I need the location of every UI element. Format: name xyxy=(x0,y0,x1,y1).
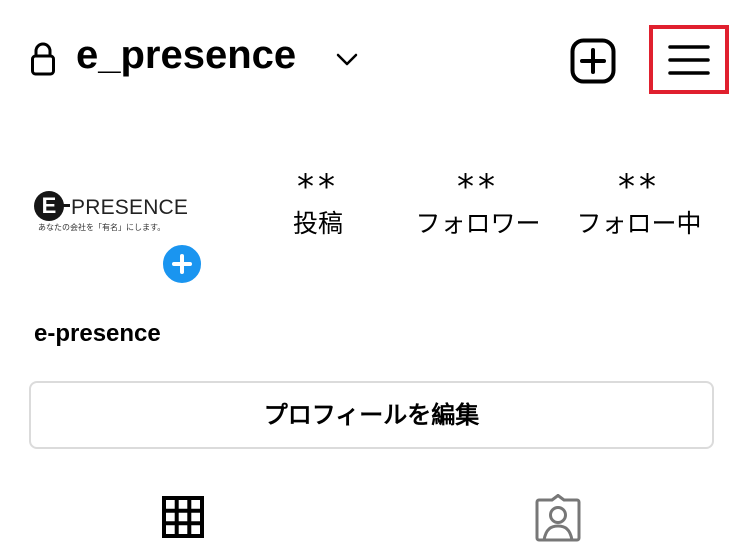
chevron-down-icon[interactable] xyxy=(334,50,360,68)
tab-tagged[interactable] xyxy=(535,494,581,542)
hamburger-menu-icon xyxy=(668,44,710,75)
logo-wordmark: PRESENCE xyxy=(71,196,189,219)
stat-following[interactable]: ** フォロー中 xyxy=(569,167,709,239)
stat-followers[interactable]: ** フォロワー xyxy=(408,167,548,239)
lock-icon xyxy=(30,42,56,76)
logo-letter: E xyxy=(34,191,64,221)
stat-following-count: ** xyxy=(618,167,660,207)
stat-following-label: フォロー中 xyxy=(576,209,702,238)
stat-followers-label: フォロワー xyxy=(415,209,541,238)
tab-posts-grid[interactable] xyxy=(162,496,204,538)
profile-display-name: e-presence xyxy=(34,320,161,347)
new-post-button[interactable] xyxy=(566,34,620,88)
menu-button[interactable] xyxy=(649,25,729,94)
account-username[interactable]: e_presence xyxy=(76,30,296,80)
tagged-person-icon xyxy=(535,494,581,542)
stat-followers-count: ** xyxy=(457,167,499,207)
plus-circle-icon xyxy=(172,254,192,274)
plus-square-icon xyxy=(570,38,616,84)
stat-posts-count: ** xyxy=(297,167,339,207)
logo-dash xyxy=(62,204,70,207)
stat-posts-label: 投稿 xyxy=(292,209,343,238)
logo-tagline: あなたの会社を「有名」にします。 xyxy=(38,223,166,232)
grid-icon xyxy=(162,496,204,538)
avatar[interactable]: E PRESENCE あなたの会社を「有名」にします。 xyxy=(30,183,190,239)
edit-profile-button[interactable]: プロフィールを編集 xyxy=(29,381,714,449)
add-story-button[interactable] xyxy=(160,242,204,286)
stat-posts[interactable]: ** 投稿 xyxy=(248,167,388,239)
